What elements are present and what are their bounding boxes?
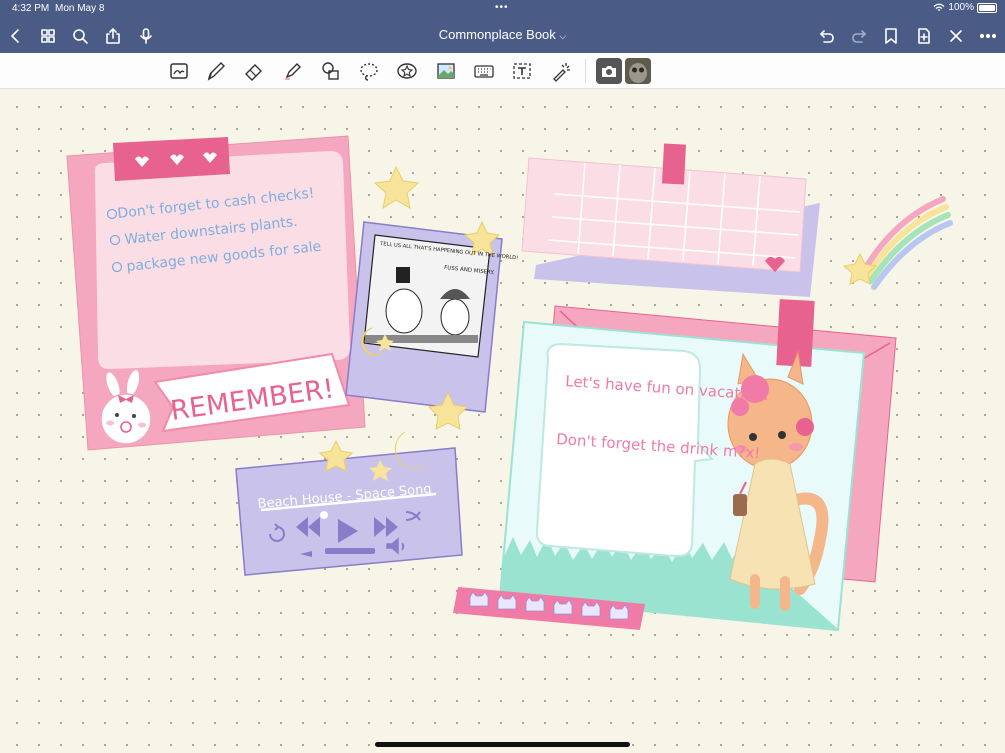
wifi-icon [933,3,945,11]
letter-card[interactable] [498,299,866,632]
image-tool-icon[interactable] [433,58,459,84]
bookmark-icon[interactable] [881,26,901,46]
shapes-tool-icon[interactable] [318,58,344,84]
text-tool-icon[interactable] [509,58,535,84]
notebook-page[interactable]: Don't forget to cash checks! Water downs… [0,89,1005,753]
volume-bar [325,548,375,554]
status-date: Mon May 8 [55,3,105,14]
rainbow-sticker[interactable] [842,196,953,290]
eraser-tool-icon[interactable] [241,58,267,84]
close-icon[interactable] [946,26,966,46]
lasso-image-tool-icon[interactable] [166,58,192,84]
more-icon[interactable] [978,26,998,46]
add-page-icon[interactable] [914,26,934,46]
calendar-sticker[interactable] [521,143,820,297]
music-player-sticker[interactable] [235,447,463,576]
top-bar: 4:32 PM Mon May 8 ••• 100% Commonplace B… [0,0,1005,53]
camera-tool-icon[interactable] [596,58,622,84]
tool-bar [0,53,1005,89]
chevron-down-icon: ⌵ [559,31,567,41]
home-indicator[interactable] [375,742,630,747]
pen-tool-icon[interactable] [203,58,229,84]
keyboard-tool-icon[interactable] [471,58,497,84]
redo-icon[interactable] [849,26,869,46]
washi-tape [661,143,687,185]
multitasking-dots-icon[interactable]: ••• [495,2,509,13]
washi-tape [776,299,815,367]
owl-photo-thumbnail[interactable] [625,58,651,84]
highlighter-tool-icon[interactable] [280,58,306,84]
drink-icon [733,494,747,516]
laser-pointer-tool-icon[interactable] [548,58,574,84]
status-battery: 100% [933,2,997,13]
star-icon [373,165,420,210]
battery-icon [977,2,997,13]
sticker-tool-icon[interactable] [394,58,420,84]
status-time: 4:32 PM [12,3,50,14]
toolbar-divider [585,59,586,83]
sticker-layer: Don't forget to cash checks! Water downs… [66,135,953,632]
battery-percent: 100% [948,2,974,13]
undo-icon[interactable] [817,26,837,46]
lasso-tool-icon[interactable] [356,58,382,84]
